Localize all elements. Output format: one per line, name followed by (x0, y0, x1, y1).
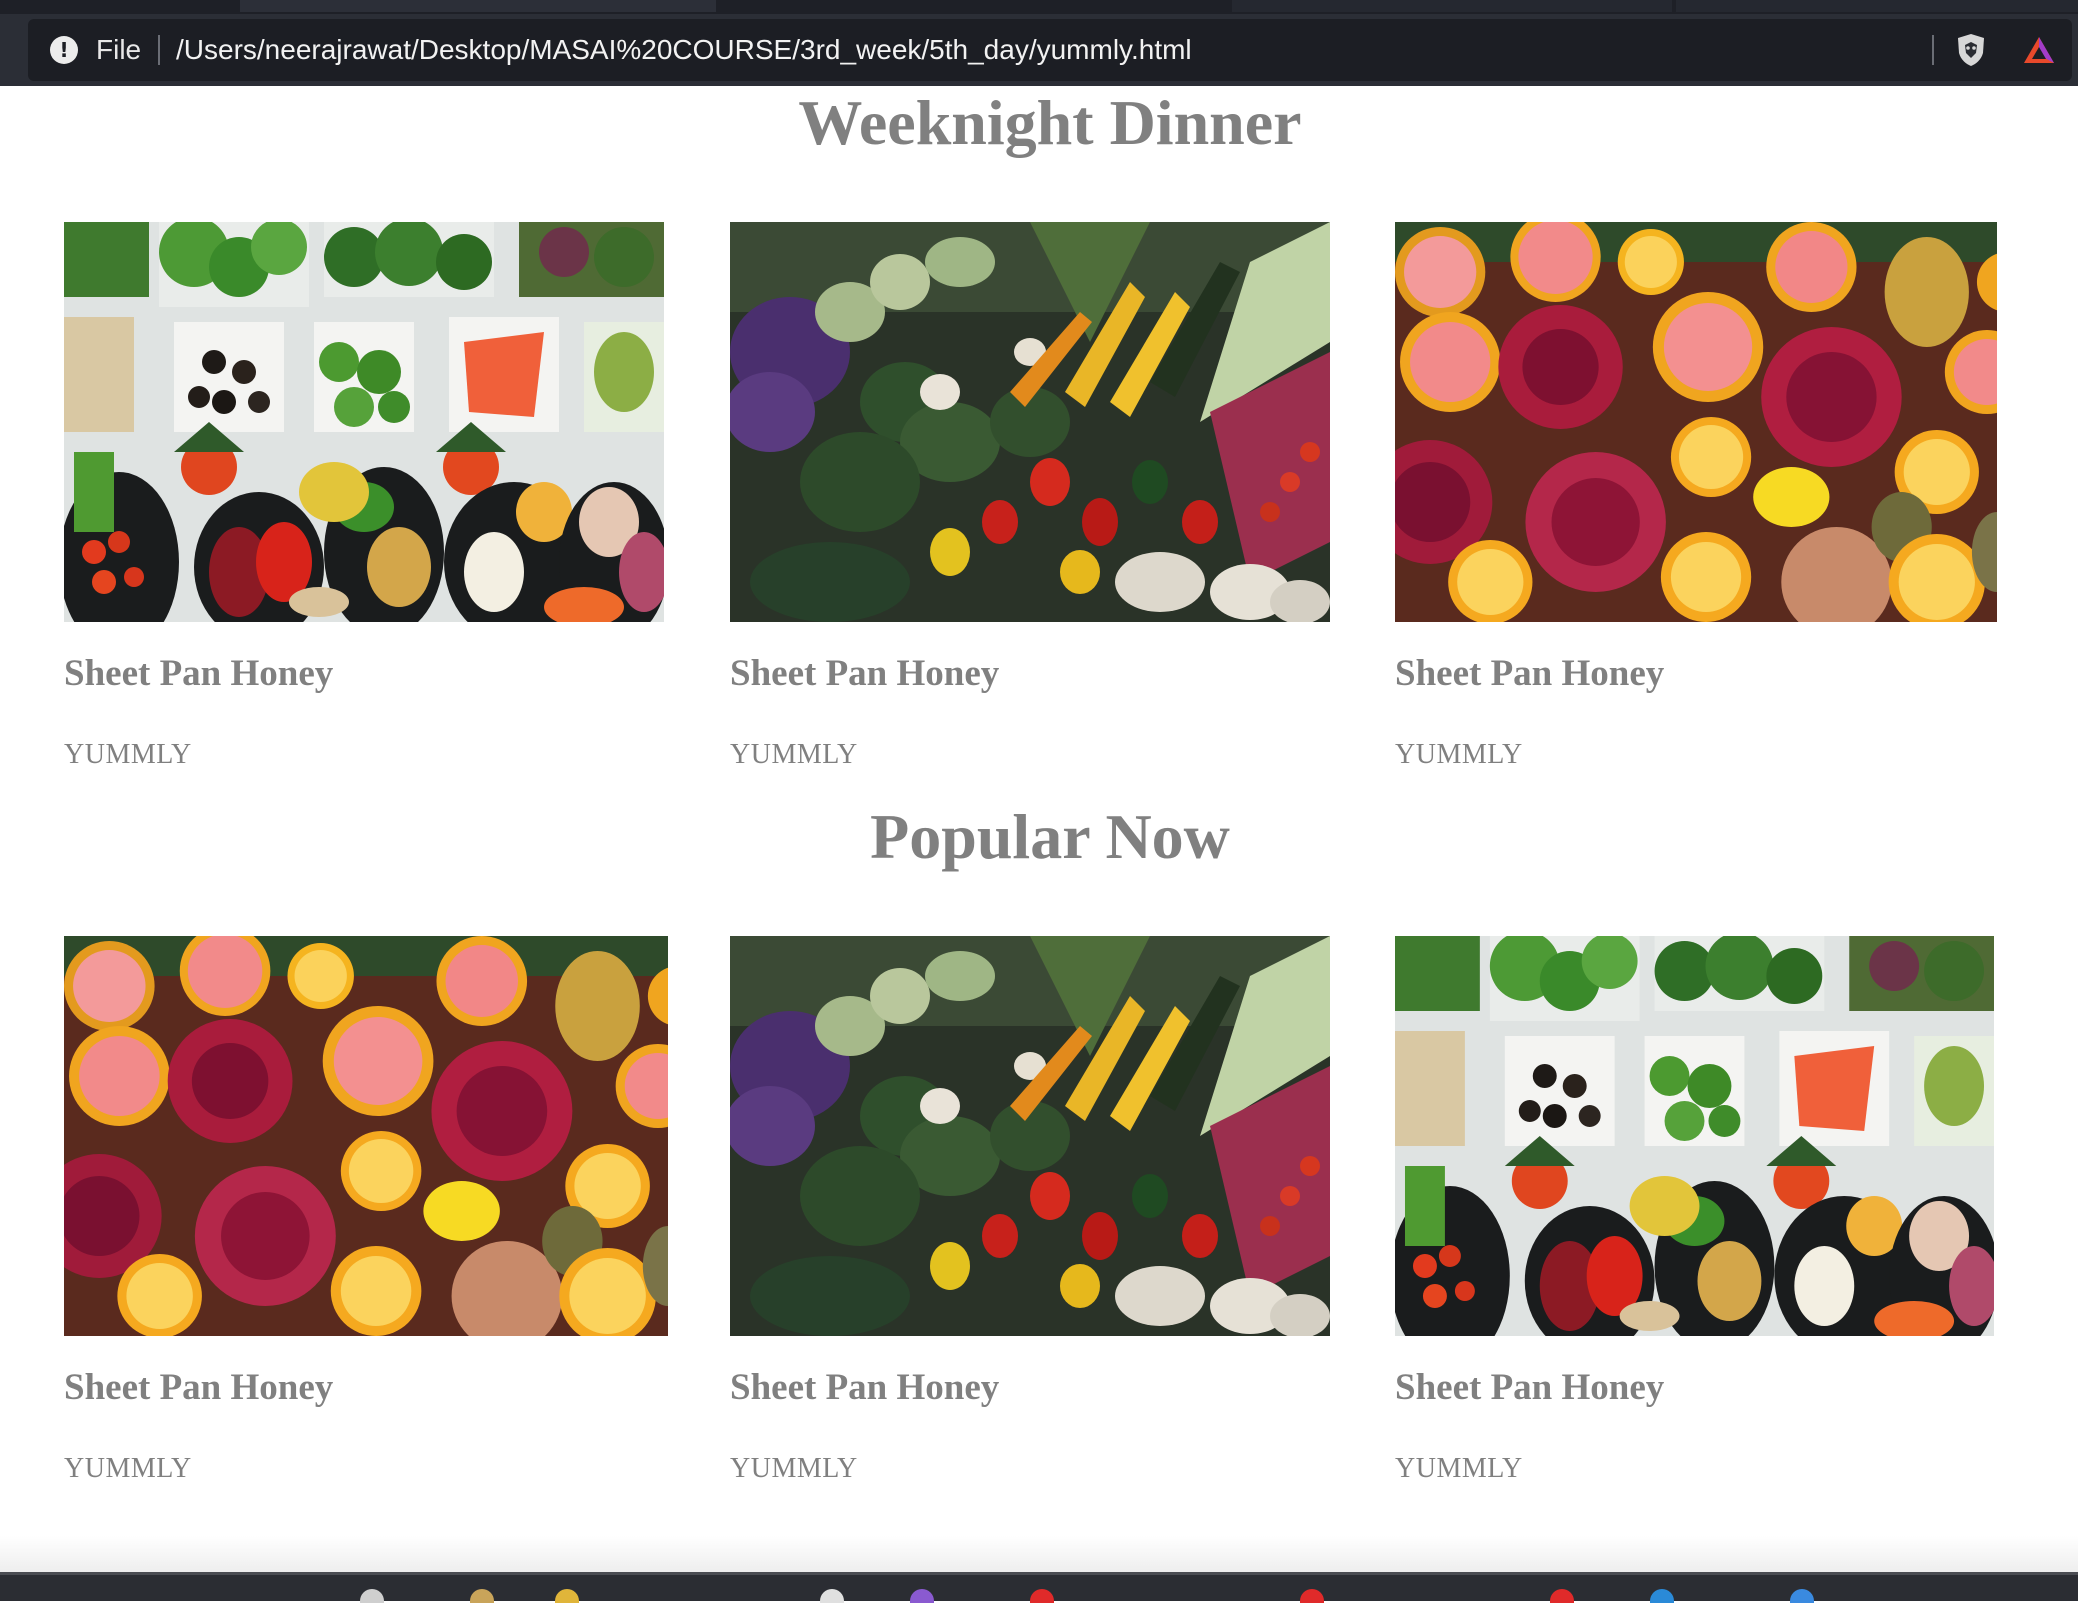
dock-app-icon[interactable] (1650, 1589, 1674, 1603)
dock-app-icon[interactable] (470, 1589, 494, 1603)
info-icon[interactable]: ! (50, 36, 78, 64)
recipe-source: YUMMLY (64, 1453, 192, 1484)
address-separator (158, 35, 160, 65)
brave-rewards-icon[interactable] (2022, 35, 2056, 65)
recipe-source: YUMMLY (1395, 1453, 1523, 1484)
dock-app-icon[interactable] (1300, 1589, 1324, 1603)
site-info-label[interactable]: File (96, 33, 141, 67)
recipe-name[interactable]: Sheet Pan Honey (1395, 1366, 1664, 1410)
brave-shield-icon[interactable] (1956, 33, 1986, 67)
page-content: Weeknight Dinner Sheet Pan Honey YUMMLY … (0, 86, 2078, 1572)
dock (0, 1572, 2078, 1603)
salad-bar-photo[interactable] (64, 222, 664, 622)
recipe-source: YUMMLY (64, 739, 192, 770)
vegetable-market-photo[interactable] (730, 936, 1330, 1336)
recipe-source: YUMMLY (1395, 739, 1523, 770)
recipe-name[interactable]: Sheet Pan Honey (730, 652, 999, 696)
dock-app-icon[interactable] (1550, 1589, 1574, 1603)
dock-app-icon[interactable] (820, 1589, 844, 1603)
page-bottom-fade (0, 1536, 2078, 1572)
dock-app-icon[interactable] (1790, 1589, 1814, 1603)
dock-app-icon[interactable] (555, 1589, 579, 1603)
dock-app-icon[interactable] (910, 1589, 934, 1603)
recipe-source: YUMMLY (730, 739, 858, 770)
browser-tab[interactable] (1676, 0, 2078, 12)
vegetable-market-photo[interactable] (730, 222, 1330, 622)
citrus-pomegranate-photo[interactable] (64, 936, 668, 1336)
address-separator (1932, 35, 1934, 65)
section-title-popular-now: Popular Now (870, 801, 1230, 872)
url-text[interactable]: /Users/neerajrawat/Desktop/MASAI%20COURS… (176, 33, 1192, 67)
browser-tab[interactable] (1232, 0, 1672, 12)
address-bar[interactable]: ! File /Users/neerajrawat/Desktop/MASAI%… (28, 19, 2072, 81)
browser-toolbar: ! File /Users/neerajrawat/Desktop/MASAI%… (0, 14, 2078, 86)
recipe-source: YUMMLY (730, 1453, 858, 1484)
section-title-weeknight-dinner: Weeknight Dinner (798, 87, 1302, 158)
recipe-name[interactable]: Sheet Pan Honey (730, 1366, 999, 1410)
browser-tab[interactable] (240, 0, 716, 12)
tab-strip (0, 0, 2078, 14)
recipe-name[interactable]: Sheet Pan Honey (64, 652, 333, 696)
recipe-name[interactable]: Sheet Pan Honey (64, 1366, 333, 1410)
dock-app-icon[interactable] (360, 1589, 384, 1603)
dock-app-icon[interactable] (1030, 1589, 1054, 1603)
citrus-pomegranate-photo[interactable] (1395, 222, 1997, 622)
salad-bar-photo[interactable] (1395, 936, 1994, 1336)
recipe-name[interactable]: Sheet Pan Honey (1395, 652, 1664, 696)
